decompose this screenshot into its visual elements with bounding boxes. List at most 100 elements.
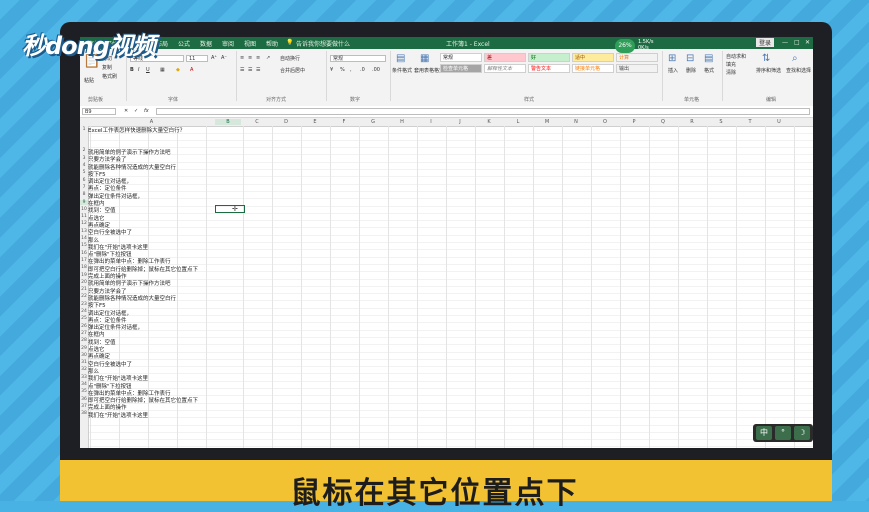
- row-header[interactable]: 18: [80, 265, 88, 270]
- column-header-i[interactable]: I: [418, 119, 444, 125]
- sort-filter-button[interactable]: 排序和筛选: [756, 67, 781, 74]
- column-header-e[interactable]: E: [302, 119, 328, 125]
- row-header[interactable]: 35: [80, 389, 88, 394]
- row-header[interactable]: 29: [80, 346, 88, 351]
- font-color-icon[interactable]: A: [190, 67, 193, 73]
- row-header[interactable]: 23: [80, 302, 88, 307]
- format-cells-icon[interactable]: ▤: [704, 53, 713, 64]
- row-header[interactable]: 25: [80, 316, 88, 321]
- row-header[interactable]: 27: [80, 331, 88, 336]
- column-header-n[interactable]: N: [563, 119, 589, 125]
- row-header[interactable]: 36: [80, 397, 88, 402]
- row-header[interactable]: 34: [80, 382, 88, 387]
- row-header[interactable]: 32: [80, 367, 88, 372]
- align-right-icon[interactable]: ☰: [256, 67, 260, 73]
- row-header[interactable]: 26: [80, 324, 88, 329]
- format-cells-button[interactable]: 格式: [704, 67, 714, 74]
- column-header-r[interactable]: R: [679, 119, 705, 125]
- align-middle-icon[interactable]: ≡: [248, 55, 252, 61]
- row-header[interactable]: 17: [80, 258, 88, 263]
- column-header-a[interactable]: A: [88, 119, 215, 125]
- name-box[interactable]: B9: [82, 108, 116, 115]
- column-header-h[interactable]: H: [389, 119, 415, 125]
- fill-button[interactable]: 填充: [726, 61, 736, 68]
- column-header-g[interactable]: G: [360, 119, 386, 125]
- tell-me-search[interactable]: 告诉我你想要做什么: [296, 39, 350, 48]
- border-icon[interactable]: ▦: [160, 67, 165, 73]
- style-bad[interactable]: 差: [484, 53, 526, 62]
- column-header-o[interactable]: O: [592, 119, 618, 125]
- percent-icon[interactable]: %: [340, 67, 345, 73]
- conditional-format-button[interactable]: 条件格式: [392, 67, 412, 74]
- row-header[interactable]: 16: [80, 251, 88, 256]
- cell-a[interactable]: Excel工作表怎样快速删除大量空白行？: [88, 126, 185, 134]
- insert-cells-icon[interactable]: ⊞: [668, 53, 676, 64]
- increase-decimal-icon[interactable]: .0: [360, 67, 365, 73]
- find-select-icon[interactable]: ⌕: [792, 53, 798, 64]
- autosum-button[interactable]: 自动求和: [726, 53, 746, 60]
- paste-button[interactable]: 粘贴: [84, 77, 94, 84]
- style-calculation[interactable]: 计算: [616, 53, 658, 62]
- enter-icon[interactable]: ✓: [134, 108, 138, 114]
- style-good[interactable]: 好: [528, 53, 570, 62]
- number-format-select[interactable]: 常规: [330, 55, 386, 62]
- column-header-l[interactable]: L: [505, 119, 531, 125]
- ime-language-button[interactable]: 中: [756, 426, 772, 440]
- bold-icon[interactable]: B: [130, 67, 134, 73]
- format-painter-button[interactable]: 格式刷: [102, 73, 117, 80]
- row-header[interactable]: 19: [80, 273, 88, 278]
- row-header[interactable]: 11: [80, 214, 88, 219]
- column-header-u[interactable]: U: [766, 119, 792, 125]
- column-header-m[interactable]: M: [534, 119, 560, 125]
- style-output[interactable]: 输出: [616, 64, 658, 73]
- ime-mode-button[interactable]: °: [775, 426, 791, 440]
- sort-filter-icon[interactable]: ⇅: [762, 53, 770, 64]
- grow-font-icon[interactable]: A⁺: [211, 55, 217, 61]
- row-header[interactable]: 3: [80, 156, 88, 161]
- style-warning[interactable]: 警告文本: [528, 64, 570, 73]
- row-header[interactable]: 30: [80, 353, 88, 358]
- currency-icon[interactable]: ¥: [330, 67, 333, 73]
- moon-icon[interactable]: ☽: [794, 426, 810, 440]
- comma-icon[interactable]: ,: [350, 67, 352, 73]
- table-format-icon[interactable]: ▦: [420, 53, 429, 64]
- column-header-s[interactable]: S: [708, 119, 734, 125]
- style-explanatory[interactable]: 解释性文本: [484, 64, 526, 73]
- conditional-format-icon[interactable]: ▤: [396, 53, 405, 64]
- row-header[interactable]: 4: [80, 163, 88, 168]
- close-icon[interactable]: ✕: [805, 39, 810, 46]
- column-header-f[interactable]: F: [331, 119, 357, 125]
- orientation-icon[interactable]: ↗: [266, 55, 270, 61]
- style-normal[interactable]: 常规: [440, 53, 482, 62]
- active-cell-selection[interactable]: [215, 205, 245, 213]
- row-header[interactable]: 12: [80, 221, 88, 226]
- row-header[interactable]: 15: [80, 243, 88, 248]
- menu-review[interactable]: 审阅: [222, 39, 234, 48]
- row-header[interactable]: 14: [80, 236, 88, 241]
- column-header-c[interactable]: C: [244, 119, 270, 125]
- row-header[interactable]: 24: [80, 309, 88, 314]
- align-left-icon[interactable]: ☰: [240, 67, 244, 73]
- row-header[interactable]: 6: [80, 178, 88, 183]
- italic-icon[interactable]: I: [138, 67, 139, 73]
- insert-cells-button[interactable]: 插入: [668, 67, 678, 74]
- menu-help[interactable]: 帮助: [266, 39, 278, 48]
- column-header-b[interactable]: B: [215, 119, 241, 125]
- cancel-icon[interactable]: ✕: [124, 108, 128, 114]
- font-size-select[interactable]: 11: [186, 55, 208, 62]
- align-center-icon[interactable]: ☰: [248, 67, 252, 73]
- column-header-k[interactable]: K: [476, 119, 502, 125]
- underline-icon[interactable]: U: [146, 67, 150, 73]
- row-header[interactable]: 10: [80, 207, 88, 212]
- align-bottom-icon[interactable]: ≡: [256, 55, 260, 61]
- row-header[interactable]: 37: [80, 404, 88, 409]
- row-header[interactable]: 21: [80, 287, 88, 292]
- formula-input[interactable]: [156, 108, 810, 115]
- delete-cells-icon[interactable]: ⊟: [686, 53, 694, 64]
- row-header[interactable]: 20: [80, 280, 88, 285]
- row-header[interactable]: 1: [80, 127, 88, 132]
- copy-button[interactable]: 复制: [102, 64, 112, 71]
- row-header[interactable]: 7: [80, 185, 88, 190]
- find-select-button[interactable]: 查找和选择: [786, 67, 811, 74]
- shrink-font-icon[interactable]: A⁻: [221, 55, 227, 61]
